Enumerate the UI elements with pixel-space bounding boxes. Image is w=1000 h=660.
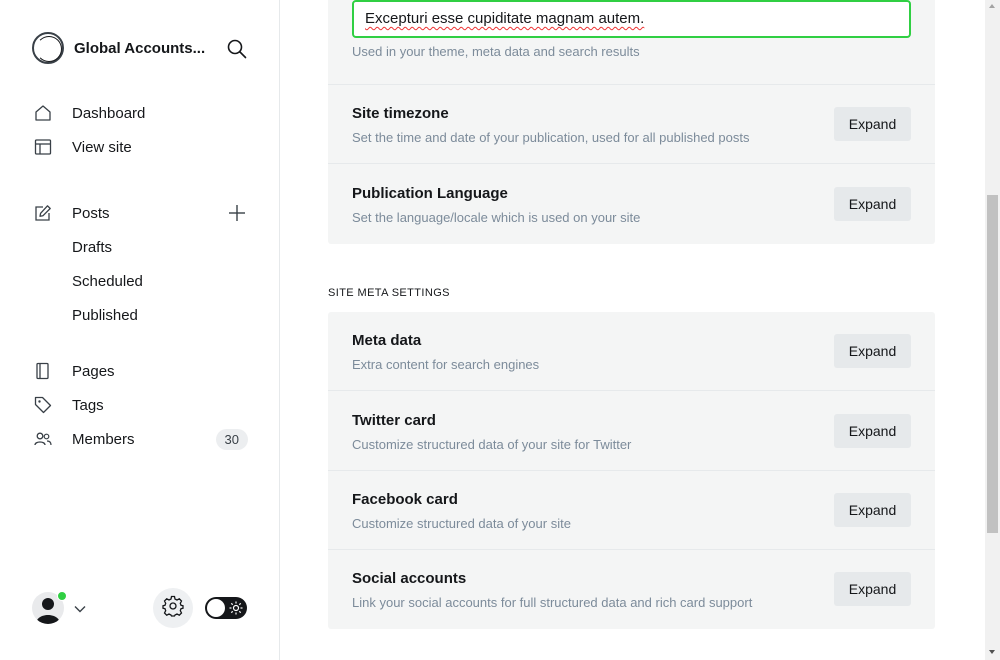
expand-button[interactable]: Expand xyxy=(834,493,911,527)
nav-item-published[interactable]: Published xyxy=(32,298,252,332)
chevron-down-icon[interactable] xyxy=(74,600,86,618)
setting-description: Extra content for search engines xyxy=(352,357,540,372)
tag-icon xyxy=(32,394,54,416)
site-title-input[interactable]: Excepturi esse cupiditate magnam autem. xyxy=(352,0,911,38)
meta-settings-card: Meta data Extra content for search engin… xyxy=(328,312,935,629)
expand-button[interactable]: Expand xyxy=(834,187,911,221)
site-name: Global Accounts... xyxy=(74,39,206,57)
setting-description: Set the language/locale which is used on… xyxy=(352,210,641,225)
nav-item-drafts[interactable]: Drafts xyxy=(32,230,252,264)
setting-title: Publication Language xyxy=(352,185,508,202)
expand-button[interactable]: Expand xyxy=(834,107,911,141)
nav-label: Dashboard xyxy=(72,104,146,122)
section-heading: SITE META SETTINGS xyxy=(328,287,450,299)
nav-item-scheduled[interactable]: Scheduled xyxy=(32,264,252,298)
setting-description: Link your social accounts for full struc… xyxy=(352,595,753,610)
brand[interactable]: Global Accounts... xyxy=(32,32,252,64)
layout-icon xyxy=(32,136,54,158)
nav-item-tags[interactable]: Tags xyxy=(32,388,252,422)
expand-button[interactable]: Expand xyxy=(834,572,911,606)
setting-description: Customize structured data of your site f… xyxy=(352,437,632,452)
sun-icon xyxy=(229,601,243,620)
gear-icon xyxy=(162,595,184,622)
primary-nav: Dashboard View site xyxy=(32,96,252,164)
setting-title: Facebook card xyxy=(352,491,458,508)
expand-button[interactable]: Expand xyxy=(834,334,911,368)
posts-nav: Posts Drafts Scheduled Published xyxy=(32,196,252,332)
scrollbar-thumb[interactable] xyxy=(987,195,998,533)
setting-row-meta-data: Meta data Extra content for search engin… xyxy=(328,312,935,391)
nav-item-dashboard[interactable]: Dashboard xyxy=(32,96,252,130)
general-settings-card: Excepturi esse cupiditate magnam autem. … xyxy=(328,0,935,244)
nav-item-pages[interactable]: Pages xyxy=(32,354,252,388)
scroll-up-arrow-icon[interactable] xyxy=(989,4,995,8)
nav-item-members[interactable]: Members 30 xyxy=(32,422,252,456)
nav-label: Tags xyxy=(72,396,104,414)
nav-label: Scheduled xyxy=(72,272,143,290)
setting-row-twitter-card: Twitter card Customize structured data o… xyxy=(328,392,935,471)
nav-label: Published xyxy=(72,306,138,324)
setting-description: Customize structured data of your site xyxy=(352,516,571,531)
search-icon[interactable] xyxy=(225,37,249,61)
setting-title: Site timezone xyxy=(352,105,449,122)
site-title-area: Excepturi esse cupiditate magnam autem. … xyxy=(328,0,935,85)
content-nav: Pages Tags Members 30 xyxy=(32,354,252,456)
nav-label: Posts xyxy=(72,204,110,222)
nav-label: View site xyxy=(72,138,132,156)
setting-title: Twitter card xyxy=(352,412,436,429)
page-icon xyxy=(32,360,54,382)
toggle-knob xyxy=(207,599,225,617)
setting-title: Social accounts xyxy=(352,570,467,587)
settings-main: Excepturi esse cupiditate magnam autem. … xyxy=(280,0,985,660)
setting-description: Set the time and date of your publicatio… xyxy=(352,130,750,145)
settings-button[interactable] xyxy=(153,588,193,628)
nav-item-view-site[interactable]: View site xyxy=(32,130,252,164)
house-icon xyxy=(32,102,54,124)
nav-label: Members xyxy=(72,430,135,448)
nav-label: Pages xyxy=(72,362,115,380)
plus-icon[interactable] xyxy=(226,202,248,224)
nav-item-posts[interactable]: Posts xyxy=(32,196,252,230)
setting-row-timezone: Site timezone Set the time and date of y… xyxy=(328,85,935,164)
sidebar: Global Accounts... Dashboard View site P… xyxy=(0,0,280,660)
expand-button[interactable]: Expand xyxy=(834,414,911,448)
users-icon xyxy=(32,428,54,450)
sidebar-footer xyxy=(32,588,250,628)
vertical-scrollbar[interactable] xyxy=(985,0,1000,660)
setting-title: Meta data xyxy=(352,332,422,349)
site-title-hint: Used in your theme, meta data and search… xyxy=(352,44,640,59)
nav-label: Drafts xyxy=(72,238,113,256)
pencil-square-icon xyxy=(32,202,54,224)
members-count-badge: 30 xyxy=(215,428,248,450)
site-logo xyxy=(32,32,64,64)
setting-row-facebook-card: Facebook card Customize structured data … xyxy=(328,471,935,550)
theme-toggle[interactable] xyxy=(205,597,247,619)
setting-row-language: Publication Language Set the language/lo… xyxy=(328,165,935,244)
scroll-down-arrow-icon[interactable] xyxy=(989,650,995,654)
setting-row-social-accounts: Social accounts Link your social account… xyxy=(328,550,935,629)
online-status-dot xyxy=(57,591,67,601)
